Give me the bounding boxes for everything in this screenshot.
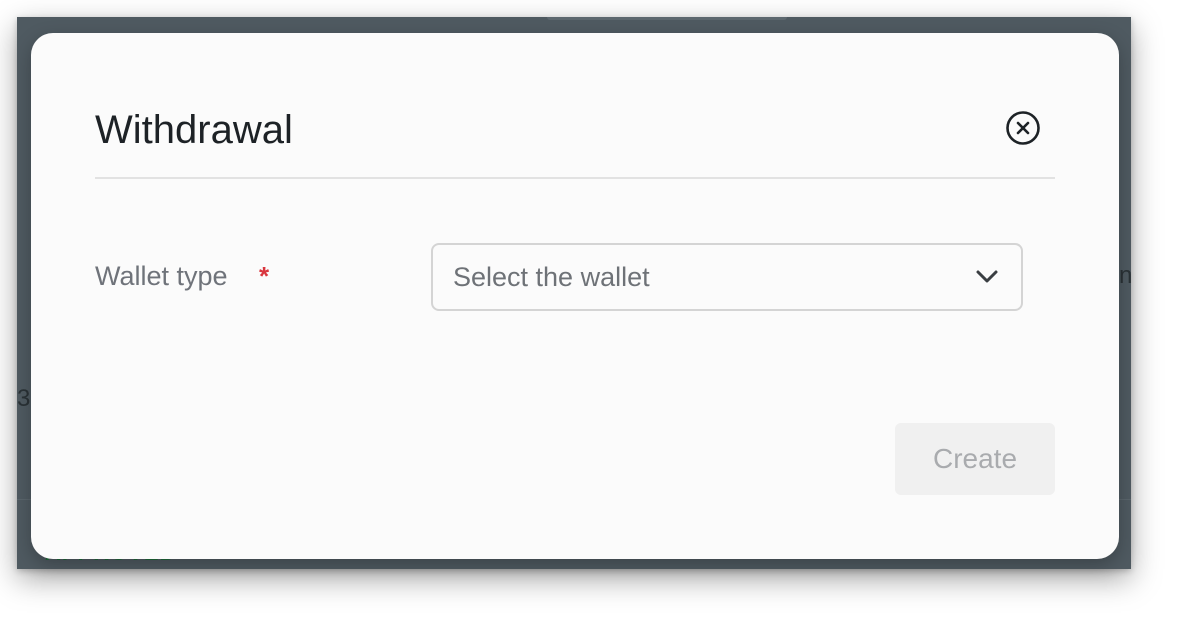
header-divider [95,177,1055,179]
create-button[interactable]: Create [895,423,1055,495]
wallet-type-select[interactable]: Select the wallet [431,243,1023,311]
withdrawal-modal: Withdrawal Wallet type * Select the wall… [31,33,1119,559]
required-indicator: * [259,261,270,291]
modal-title: Withdrawal [95,108,293,152]
wallet-type-label: Wallet type [95,261,228,291]
close-circle-icon [1005,110,1041,146]
background-text-fragment: 3 [17,385,31,412]
chevron-down-icon [975,265,999,289]
wallet-select-placeholder: Select the wallet [453,262,650,292]
close-button[interactable] [1005,110,1041,146]
background-text-fragment: n [1119,262,1131,289]
background-panel [547,17,787,20]
